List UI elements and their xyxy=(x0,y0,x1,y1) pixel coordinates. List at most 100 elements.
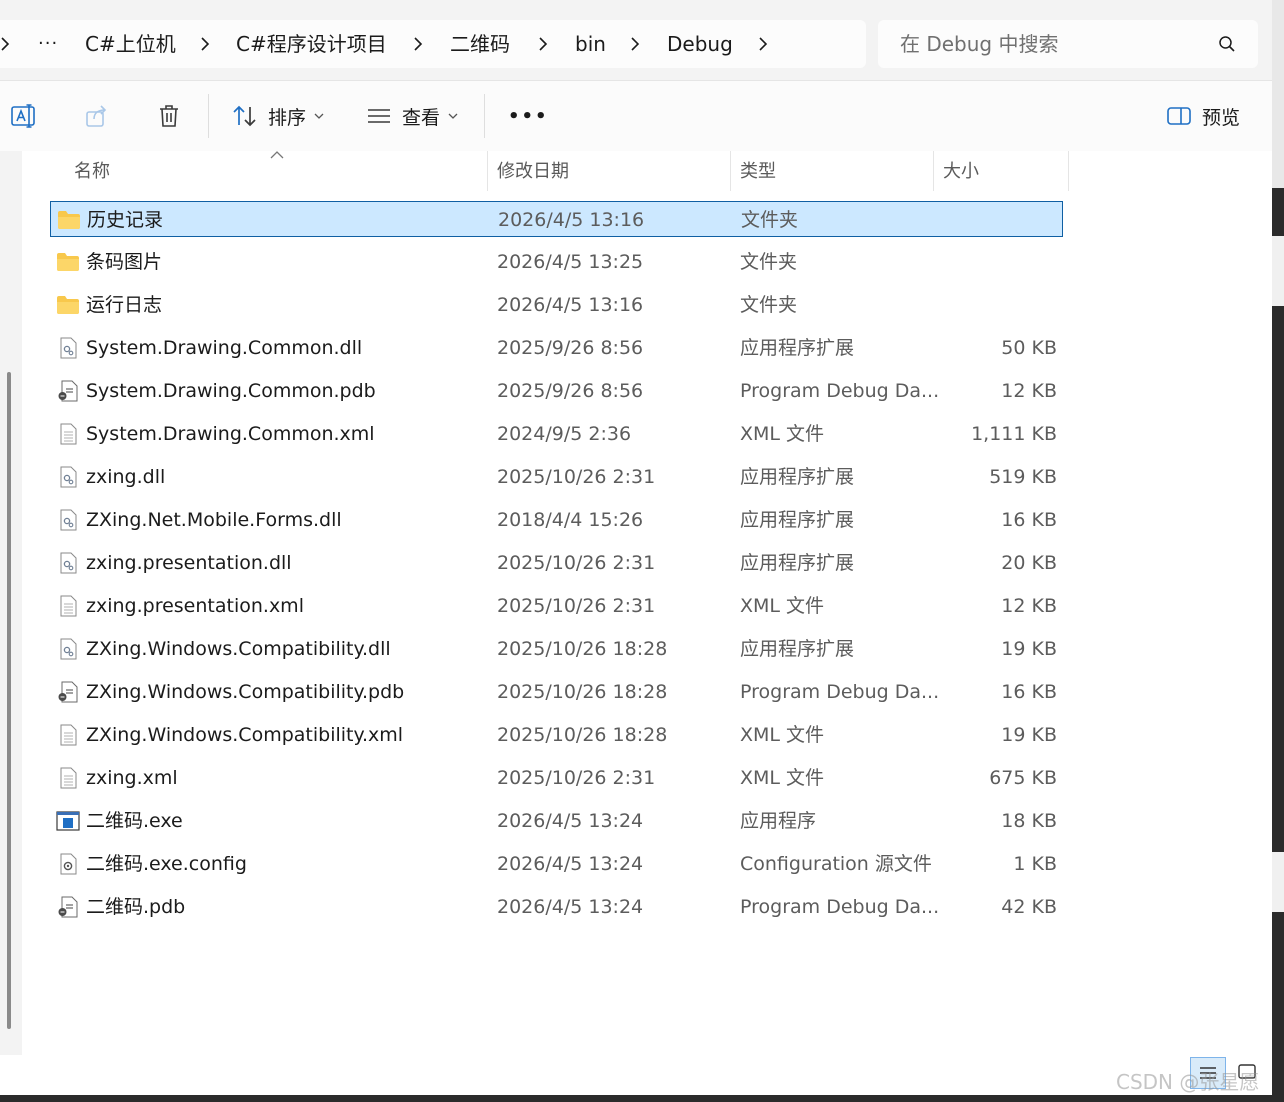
file-row[interactable]: System.Drawing.Common.pdb 2025/9/26 8:56 P… xyxy=(50,373,1063,409)
file-size: 12 KB xyxy=(1001,380,1057,402)
text-file-icon xyxy=(56,423,80,445)
breadcrumb-item-c-host[interactable]: C#上位机 xyxy=(85,20,176,68)
preview-pane-button[interactable]: 预览 xyxy=(1166,81,1240,151)
view-button[interactable]: 查看 xyxy=(366,81,458,151)
chevron-right-icon[interactable] xyxy=(758,20,768,68)
breadcrumb-item-bin[interactable]: bin xyxy=(575,20,606,68)
file-type: 应用程序扩展 xyxy=(740,638,855,660)
chevron-right-icon[interactable] xyxy=(413,20,423,68)
view-label: 查看 xyxy=(402,106,441,129)
file-row[interactable]: 运行日志 2026/4/5 13:16 文件夹 xyxy=(50,287,1063,323)
file-size: 18 KB xyxy=(1001,810,1057,832)
chevron-right-icon[interactable] xyxy=(0,20,10,68)
file-row[interactable]: 二维码.exe 2026/4/5 13:24 应用程序 18 KB xyxy=(50,803,1063,839)
file-type: XML 文件 xyxy=(740,423,825,445)
column-divider[interactable] xyxy=(933,151,934,191)
column-divider[interactable] xyxy=(487,151,488,191)
file-row[interactable]: zxing.presentation.dll 2025/10/26 2:31 应用程… xyxy=(50,545,1063,581)
address-bar-region: ··· C#上位机 C#程序设计项目 二维码 bin Debug 在 Debug… xyxy=(0,0,1272,80)
pdb-file-icon xyxy=(56,681,80,703)
search-input[interactable]: 在 Debug 中搜索 xyxy=(878,20,1258,68)
file-name: System.Drawing.Common.xml xyxy=(86,423,375,445)
column-header-date[interactable]: 修改日期 xyxy=(497,150,569,194)
file-name: System.Drawing.Common.pdb xyxy=(86,380,376,402)
more-options-button[interactable]: ••• xyxy=(508,81,549,151)
file-row[interactable]: zxing.dll 2025/10/26 2:31 应用程序扩展 519 KB xyxy=(50,459,1063,495)
chevron-right-icon[interactable] xyxy=(200,20,210,68)
file-date-modified: 2018/4/4 15:26 xyxy=(497,509,644,531)
file-name: System.Drawing.Common.dll xyxy=(86,337,363,359)
delete-button[interactable] xyxy=(157,81,181,151)
sort-ascending-icon xyxy=(270,151,284,159)
column-header-type[interactable]: 类型 xyxy=(740,150,776,194)
file-size xyxy=(930,287,1057,323)
preview-pane-icon xyxy=(1167,107,1191,125)
sort-button[interactable]: 排序 xyxy=(232,81,324,151)
file-size: 42 KB xyxy=(1001,896,1057,918)
file-date-modified: 2026/4/5 13:24 xyxy=(497,853,644,875)
file-name: 二维码.exe xyxy=(86,810,183,832)
file-row[interactable]: ZXing.Windows.Compatibility.dll 2025/10/2… xyxy=(50,631,1063,667)
file-row[interactable]: 历史记录 2026/4/5 13:16 文件夹 xyxy=(50,201,1063,237)
file-date-modified: 2026/4/5 13:16 xyxy=(497,294,644,316)
file-type: 文件夹 xyxy=(741,209,799,231)
file-name: 条码图片 xyxy=(86,251,163,273)
share-button[interactable] xyxy=(84,81,110,151)
file-date-modified: 2026/4/5 13:16 xyxy=(498,209,645,231)
file-type: 应用程序扩展 xyxy=(740,552,855,574)
file-row[interactable]: 条码图片 2026/4/5 13:25 文件夹 xyxy=(50,244,1063,280)
file-size: 50 KB xyxy=(1001,337,1057,359)
file-row[interactable]: ZXing.Windows.Compatibility.xml 2025/10/2… xyxy=(50,717,1063,753)
chevron-right-icon[interactable] xyxy=(630,20,640,68)
watermark: CSDN @张星愿 xyxy=(1116,1070,1260,1094)
column-divider[interactable] xyxy=(730,151,731,191)
file-date-modified: 2026/4/5 13:25 xyxy=(497,251,644,273)
file-size xyxy=(930,244,1057,280)
file-date-modified: 2025/10/26 2:31 xyxy=(497,595,656,617)
navigation-pane-edge xyxy=(0,151,22,1055)
column-divider[interactable] xyxy=(1068,151,1069,191)
file-row[interactable]: 二维码.exe.config 2026/4/5 13:24 Configuratio… xyxy=(50,846,1063,882)
status-bar xyxy=(0,1055,1272,1095)
search-icon xyxy=(1219,36,1235,52)
file-name: ZXing.Net.Mobile.Forms.dll xyxy=(86,509,342,531)
dll-file-icon xyxy=(56,466,80,488)
file-size: 1 KB xyxy=(1013,853,1057,875)
file-row[interactable]: 二维码.pdb 2026/4/5 13:24 Program Debug Da...… xyxy=(50,889,1063,925)
dll-file-icon xyxy=(56,638,80,660)
breadcrumb-item-debug[interactable]: Debug xyxy=(667,20,733,68)
file-date-modified: 2024/9/5 2:36 xyxy=(497,423,632,445)
file-name: 二维码.pdb xyxy=(86,896,186,918)
pdb-file-icon xyxy=(56,896,80,918)
breadcrumb-item-project[interactable]: C#程序设计项目 xyxy=(236,20,387,68)
file-row[interactable]: zxing.presentation.xml 2025/10/26 2:31 XML… xyxy=(50,588,1063,624)
exe-file-icon xyxy=(56,810,80,832)
file-row[interactable]: zxing.xml 2025/10/26 2:31 XML 文件 675 KB xyxy=(50,760,1063,796)
file-date-modified: 2025/10/26 18:28 xyxy=(497,681,668,703)
sort-label: 排序 xyxy=(268,106,307,129)
breadcrumb[interactable]: ··· C#上位机 C#程序设计项目 二维码 bin Debug xyxy=(0,20,866,68)
file-row[interactable]: ZXing.Windows.Compatibility.pdb 2025/10/2… xyxy=(50,674,1063,710)
window-bottom-edge xyxy=(0,1095,1284,1102)
breadcrumb-overflow[interactable]: ··· xyxy=(38,20,58,68)
file-type: 应用程序扩展 xyxy=(740,509,855,531)
column-header-size[interactable]: 大小 xyxy=(943,150,979,194)
toolbar-divider xyxy=(484,94,485,138)
column-header-name[interactable]: 名称 xyxy=(74,150,110,194)
file-type: Program Debug Da... xyxy=(740,896,940,918)
file-name: 运行日志 xyxy=(86,294,163,316)
file-date-modified: 2025/10/26 18:28 xyxy=(497,724,668,746)
chevron-right-icon[interactable] xyxy=(538,20,548,68)
file-row[interactable]: System.Drawing.Common.xml 2024/9/5 2:36 XM… xyxy=(50,416,1063,452)
dll-file-icon xyxy=(56,552,80,574)
dll-file-icon xyxy=(56,337,80,359)
file-row[interactable]: ZXing.Net.Mobile.Forms.dll 2018/4/4 15:26… xyxy=(50,502,1063,538)
view-list-icon xyxy=(368,109,390,123)
breadcrumb-item-qrcode[interactable]: 二维码 xyxy=(450,20,510,68)
file-row[interactable]: System.Drawing.Common.dll 2025/9/26 8:56 应… xyxy=(50,330,1063,366)
file-type: 应用程序扩展 xyxy=(740,466,855,488)
vertical-scrollbar[interactable] xyxy=(7,372,11,1029)
toolbar-divider xyxy=(208,94,209,138)
file-size: 1,111 KB xyxy=(971,423,1057,445)
rename-button[interactable] xyxy=(10,81,38,151)
